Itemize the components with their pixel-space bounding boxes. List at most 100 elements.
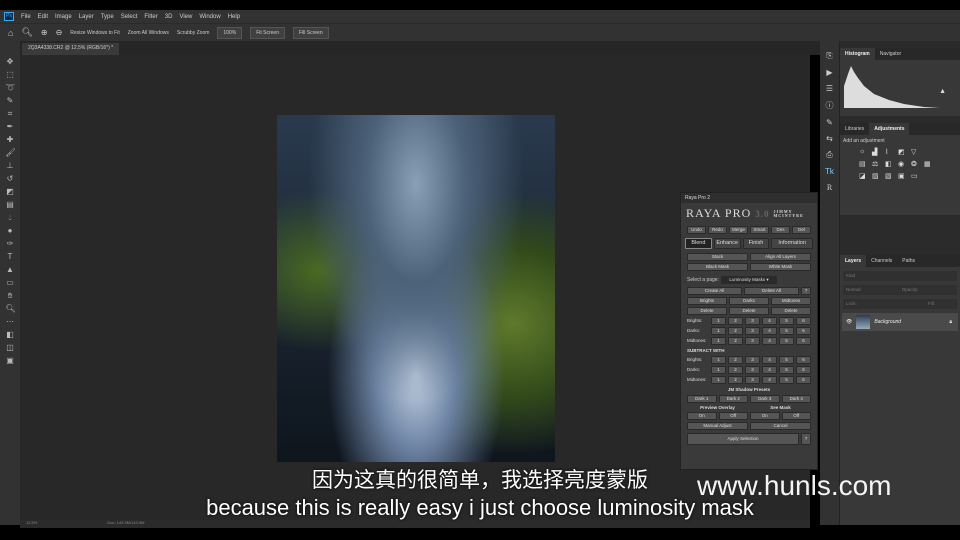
mask-level-button[interactable]: 6: [796, 337, 811, 345]
brights-button[interactable]: Brights: [687, 297, 727, 305]
mask-level-button[interactable]: 4: [762, 376, 777, 384]
invert-icon[interactable]: ◪: [859, 172, 869, 180]
zoom-out-icon[interactable]: ⊖: [56, 28, 63, 37]
scrubby-zoom-checkbox[interactable]: Scrubby Zoom: [177, 30, 210, 36]
menu-window[interactable]: Window: [199, 14, 220, 20]
tab-finish[interactable]: Finish: [742, 238, 770, 249]
healing-tool-icon[interactable]: ✚: [6, 135, 15, 144]
hand-tool-icon[interactable]: ✋︎: [6, 291, 15, 300]
mask-level-button[interactable]: 5: [779, 337, 794, 345]
home-icon[interactable]: ⌂: [8, 28, 13, 38]
selective-color-icon[interactable]: ▣: [898, 172, 908, 180]
del-button[interactable]: Del: [792, 226, 811, 234]
gradient-map-icon[interactable]: ▭: [911, 172, 921, 180]
color-balance-icon[interactable]: ⚖: [872, 160, 882, 168]
mask-level-button[interactable]: 2: [728, 366, 743, 374]
redo-button[interactable]: Redo: [708, 226, 727, 234]
tab-channels[interactable]: Channels: [866, 255, 897, 267]
mask-level-button[interactable]: 2: [728, 317, 743, 325]
mask-level-button[interactable]: 1: [711, 327, 726, 335]
info-icon[interactable]: ⓘ: [826, 100, 834, 111]
resize-windows-checkbox[interactable]: Resize Windows to Fit: [70, 30, 119, 36]
help-button[interactable]: ?: [801, 287, 811, 295]
mask-on-button[interactable]: On: [750, 412, 780, 420]
fit-screen-button[interactable]: Fit Screen: [250, 26, 285, 39]
tab-layers[interactable]: Layers: [840, 255, 867, 267]
marquee-tool-icon[interactable]: ⬚: [6, 70, 15, 79]
tk-plugin-icon[interactable]: Tk: [825, 167, 834, 176]
path-select-tool-icon[interactable]: ▲: [6, 265, 15, 274]
mask-level-button[interactable]: 3: [745, 327, 760, 335]
fill-screen-button[interactable]: Fill Screen: [292, 26, 329, 39]
delete-all-button[interactable]: Delete All: [744, 287, 799, 295]
mask-level-button[interactable]: 2: [728, 327, 743, 335]
quick-mask-icon[interactable]: ◫: [6, 343, 15, 352]
dark2-button[interactable]: Dark 2: [718, 395, 748, 403]
menu-edit[interactable]: Edit: [38, 14, 48, 20]
brightness-icon[interactable]: ☼: [859, 148, 869, 156]
des-button[interactable]: Des: [771, 226, 790, 234]
forest-waterfall-photo[interactable]: [277, 115, 555, 462]
mask-level-button[interactable]: 4: [762, 356, 777, 364]
mask-level-button[interactable]: 1: [711, 337, 726, 345]
threshold-icon[interactable]: ▧: [885, 172, 895, 180]
white-mask-button[interactable]: White Mask: [750, 263, 811, 271]
tab-blend[interactable]: Blend: [685, 238, 712, 249]
mask-level-button[interactable]: 5: [779, 356, 794, 364]
history-icon[interactable]: ⎘: [826, 51, 832, 61]
mask-level-button[interactable]: 5: [779, 366, 794, 374]
warning-icon[interactable]: ▲: [939, 88, 946, 95]
mask-level-button[interactable]: 5: [779, 317, 794, 325]
layer-background[interactable]: 👁︎ Background 🔒︎: [842, 313, 958, 331]
delete-brights-button[interactable]: Delete: [687, 307, 727, 315]
mask-level-button[interactable]: 6: [796, 356, 811, 364]
document-tab[interactable]: 2Q3A4338.CR2 @ 12,5% (RGB/16*) *: [22, 43, 120, 55]
page-select[interactable]: Luminosity Masks ▾: [720, 276, 777, 284]
levels-icon[interactable]: ▟: [872, 148, 882, 156]
mask-level-button[interactable]: 3: [745, 317, 760, 325]
mask-level-button[interactable]: 6: [796, 317, 811, 325]
delete-midtones-button[interactable]: Delete: [771, 307, 811, 315]
menu-view[interactable]: View: [179, 14, 192, 20]
bw-icon[interactable]: ◧: [885, 160, 895, 168]
menu-type[interactable]: Type: [101, 14, 114, 20]
mask-level-button[interactable]: 6: [796, 327, 811, 335]
lasso-tool-icon[interactable]: ➰: [6, 83, 16, 92]
mask-level-button[interactable]: 3: [745, 337, 760, 345]
brushes-icon[interactable]: ✎: [826, 118, 833, 127]
history-brush-icon[interactable]: ↺: [6, 174, 15, 183]
mask-level-button[interactable]: 4: [762, 337, 777, 345]
mask-level-button[interactable]: 2: [728, 356, 743, 364]
tab-libraries[interactable]: Libraries: [840, 123, 869, 135]
preview-off-button[interactable]: Off: [718, 412, 748, 420]
mask-level-button[interactable]: 1: [711, 366, 726, 374]
posterize-icon[interactable]: ▨: [872, 172, 882, 180]
mask-level-button[interactable]: 6: [796, 376, 811, 384]
adjust-sliders-icon[interactable]: ⇆: [826, 134, 833, 143]
tab-enhance[interactable]: Enhance: [713, 238, 741, 249]
curves-icon[interactable]: ⌇: [885, 148, 895, 156]
properties-icon[interactable]: ☰: [826, 84, 833, 93]
mask-level-button[interactable]: 4: [762, 327, 777, 335]
quick-select-tool-icon[interactable]: ✎: [6, 96, 15, 105]
move-tool-icon[interactable]: ✥: [6, 57, 15, 66]
zoom-value-field[interactable]: 100%: [217, 26, 243, 39]
menu-select[interactable]: Select: [121, 14, 138, 20]
preview-on-button[interactable]: On: [687, 412, 717, 420]
manual-adjust-button[interactable]: Manual Adjust: [687, 422, 748, 430]
tab-histogram[interactable]: Histogram: [840, 48, 875, 60]
tab-information[interactable]: Information: [771, 238, 813, 249]
screen-mode-icon[interactable]: ▣: [6, 356, 15, 365]
tab-paths[interactable]: Paths: [897, 255, 920, 267]
stamp-tool-icon[interactable]: ⊥: [6, 161, 15, 170]
zoom-tool-icon[interactable]: 🔍︎: [21, 27, 32, 38]
photo-filter-icon[interactable]: ◉: [898, 160, 908, 168]
visibility-eye-icon[interactable]: 👁︎: [846, 319, 852, 325]
color-swatches-icon[interactable]: ◧: [6, 330, 15, 339]
mask-level-button[interactable]: 5: [779, 376, 794, 384]
menu-filter[interactable]: Filter: [144, 14, 157, 20]
mask-level-button[interactable]: 3: [745, 356, 760, 364]
mask-off-button[interactable]: Off: [781, 412, 811, 420]
mask-level-button[interactable]: 6: [796, 366, 811, 374]
mask-level-button[interactable]: 2: [728, 376, 743, 384]
